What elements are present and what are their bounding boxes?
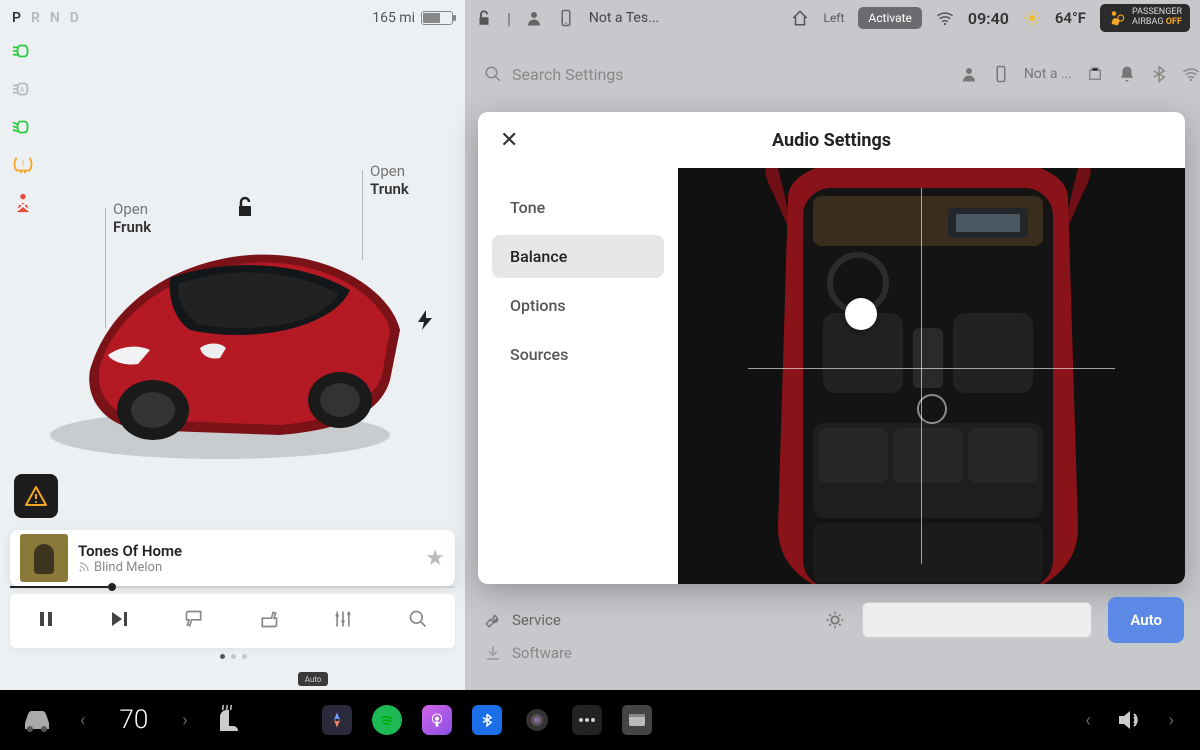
bluetooth-app-icon[interactable]	[472, 705, 502, 735]
temp-up-button[interactable]: ›	[176, 710, 193, 731]
bottom-bar: ‹ 70 › ‹ ›	[0, 690, 1200, 750]
gear-indicator: P R N D	[12, 10, 79, 26]
wifi-icon-2[interactable]	[1182, 65, 1200, 83]
wifi-icon[interactable]	[936, 9, 954, 27]
bluetooth-icon-2[interactable]	[1150, 65, 1168, 83]
equalizer-button[interactable]	[333, 609, 353, 633]
tab-options[interactable]: Options	[492, 284, 664, 327]
range-status: 165 mi	[372, 10, 453, 26]
source-icon	[78, 561, 90, 573]
profile-icon[interactable]	[525, 9, 543, 27]
lock-icon[interactable]	[475, 9, 493, 27]
favorite-button[interactable]: ★	[425, 546, 445, 571]
gear-r: R	[31, 10, 40, 26]
svg-text:!: !	[22, 160, 24, 170]
fog-light-icon	[12, 116, 34, 138]
profile-short: Not a ...	[1024, 66, 1072, 82]
cabin-temp[interactable]: 70	[111, 705, 156, 735]
download-icon	[484, 644, 502, 662]
top-status-bar: | Not a Tes... Left Activate 09:40 64°F …	[465, 0, 1200, 36]
thumbs-up-button[interactable]	[259, 609, 279, 633]
brightness-auto-button[interactable]: Auto	[1108, 597, 1184, 643]
range-miles: 165 mi	[372, 10, 415, 26]
search-button[interactable]	[408, 609, 428, 633]
more-apps-icon[interactable]	[572, 705, 602, 735]
tab-balance[interactable]: Balance	[492, 235, 664, 278]
homelink-label: Left	[823, 11, 844, 25]
search-icon	[484, 65, 502, 83]
settings-item-software[interactable]: Software	[484, 644, 572, 662]
gear-p: P	[12, 10, 21, 26]
seat-heater-left[interactable]	[214, 703, 242, 737]
clock: 09:40	[968, 9, 1009, 28]
passenger-airbag-badge: PASSENGERAIRBAG OFF	[1100, 4, 1190, 32]
car-top-view	[718, 168, 1138, 584]
balance-handle[interactable]	[845, 298, 877, 330]
activate-button[interactable]: Activate	[858, 7, 922, 29]
volume-icon[interactable]	[1117, 709, 1143, 731]
track-title: Tones Of Home	[78, 542, 425, 560]
settings-search-row: Search Settings Not a ...	[484, 50, 1200, 98]
audio-settings-modal: ✕ Audio Settings Tone Balance Options So…	[478, 112, 1185, 584]
pause-button[interactable]	[37, 610, 55, 632]
left-pane: P R N D 165 mi A ! Open Frunk Open Trunk	[0, 0, 465, 690]
seat-auto-label: Auto	[298, 672, 328, 686]
tab-tone[interactable]: Tone	[492, 186, 664, 229]
brightness-icon[interactable]	[824, 609, 846, 631]
dashcam-icon[interactable]	[622, 705, 652, 735]
svg-text:A: A	[20, 85, 25, 94]
center-ring	[917, 394, 947, 424]
homelink-icon[interactable]	[791, 9, 809, 27]
volume-up-button[interactable]: ›	[1163, 710, 1180, 731]
battery-icon	[421, 11, 453, 25]
car-icon[interactable]	[20, 707, 54, 733]
outside-temp: 64°F	[1055, 9, 1086, 27]
crosshair-vertical	[921, 188, 922, 564]
tab-sources[interactable]: Sources	[492, 333, 664, 376]
search-input[interactable]: Search Settings	[484, 65, 708, 84]
podcasts-icon[interactable]	[422, 705, 452, 735]
brightness-slider[interactable]	[862, 602, 1092, 638]
phone-icon[interactable]	[557, 9, 575, 27]
volume-down-button[interactable]: ‹	[1079, 710, 1096, 731]
profile-name[interactable]: Not a Tes...	[589, 10, 659, 26]
media-progress[interactable]	[10, 586, 455, 590]
modal-title: Audio Settings	[478, 130, 1185, 151]
settings-item-service[interactable]: Service	[484, 611, 561, 629]
close-button[interactable]: ✕	[500, 128, 518, 153]
crosshair-horizontal	[748, 368, 1115, 369]
auto-headlight-icon: A	[12, 78, 34, 100]
media-card[interactable]: Tones Of Home Blind Melon ★	[10, 530, 455, 586]
nav-app-icon[interactable]	[322, 705, 352, 735]
sun-icon	[1023, 9, 1041, 27]
gear-n: N	[50, 10, 60, 26]
track-artist: Blind Melon	[78, 560, 425, 575]
page-dots	[220, 654, 247, 659]
camera-app-icon[interactable]	[522, 705, 552, 735]
thumbs-down-button[interactable]	[184, 609, 204, 633]
car-visual	[30, 150, 430, 490]
gear-d: D	[70, 10, 79, 26]
settings-rows-peek: Service Auto	[484, 595, 1184, 645]
sentry-icon[interactable]	[1086, 65, 1104, 83]
profile-icon-2[interactable]	[960, 65, 978, 83]
next-button[interactable]	[110, 610, 130, 632]
wrench-icon	[484, 611, 502, 629]
album-art	[20, 534, 68, 582]
balance-fader-view[interactable]	[678, 168, 1185, 584]
search-placeholder: Search Settings	[512, 65, 624, 84]
audio-tabs: Tone Balance Options Sources	[478, 168, 678, 584]
notifications-icon[interactable]	[1118, 65, 1136, 83]
media-controls	[10, 594, 455, 648]
headlight-on-icon	[12, 40, 34, 62]
spotify-icon[interactable]	[372, 705, 402, 735]
alerts-button[interactable]	[14, 474, 58, 518]
temp-down-button[interactable]: ‹	[74, 710, 91, 731]
phone-icon-2[interactable]	[992, 65, 1010, 83]
